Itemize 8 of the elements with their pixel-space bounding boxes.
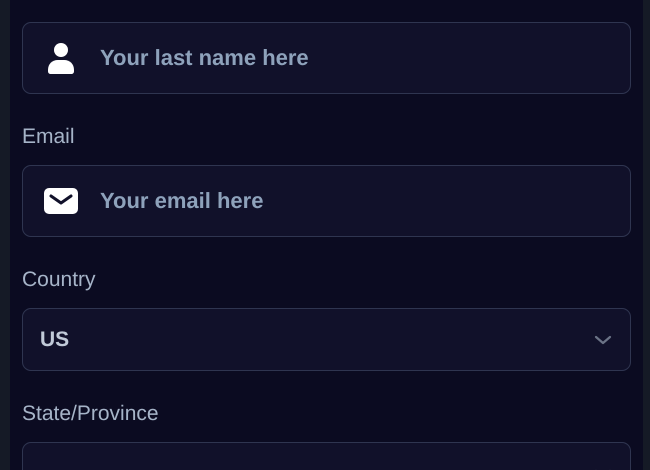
field-label: State/Province — [22, 401, 159, 427]
mail-icon — [44, 188, 78, 214]
select-field[interactable]: US — [22, 308, 631, 371]
text-field[interactable]: Your last name here — [22, 22, 631, 94]
text-field[interactable]: Your email here — [22, 165, 631, 237]
field-label: Country — [22, 267, 96, 293]
field-label: Email — [22, 124, 75, 150]
chevron-down-icon — [594, 334, 612, 344]
